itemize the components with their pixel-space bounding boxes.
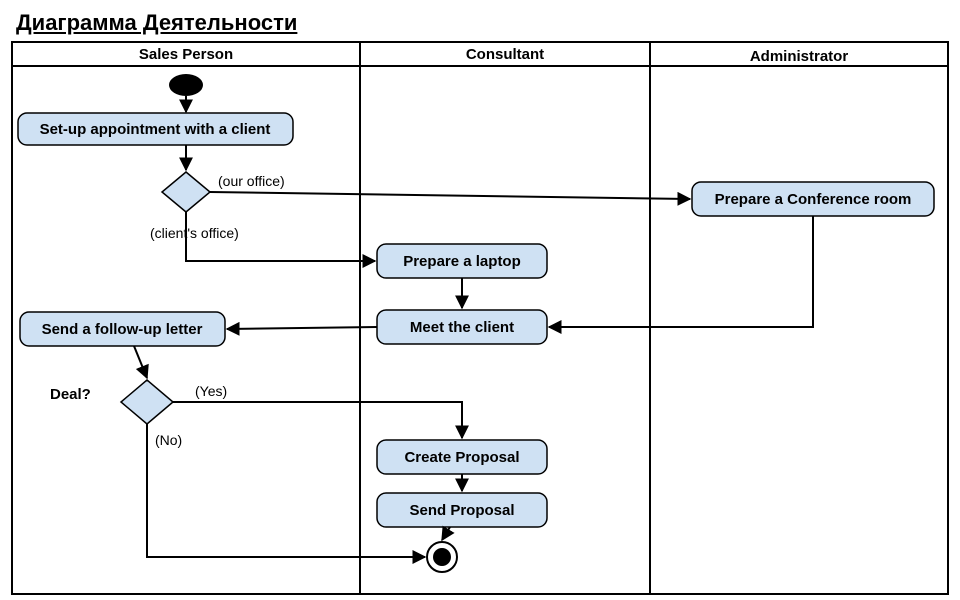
activity-prepare-room-label: Prepare a Conference room (715, 191, 912, 208)
activity-send-proposal-label: Send Proposal (409, 502, 514, 519)
guard-our-office: (our office) (218, 173, 285, 189)
guard-client-office: (client's office) (150, 225, 239, 241)
lane-sales-label: Sales Person (139, 46, 233, 63)
decision-deal-label: Deal? (50, 386, 91, 403)
lane-consultant-label: Consultant (466, 46, 544, 63)
activity-follow-up-label: Send a follow-up letter (42, 321, 203, 338)
edge-d2-create (173, 402, 462, 438)
activity-meet-client-label: Meet the client (410, 319, 514, 336)
activity-create-proposal-label: Create Proposal (404, 449, 519, 466)
initial-node (169, 74, 203, 96)
lane-admin (650, 42, 948, 594)
edge-send-final (442, 527, 450, 540)
decision-deal (121, 380, 173, 424)
final-node (427, 542, 457, 572)
edge-d1-room (210, 192, 690, 199)
edge-followup-d2 (134, 346, 147, 378)
decision-location (162, 172, 210, 212)
edge-meet-followup (227, 327, 377, 329)
lane-admin-label: Administrator (750, 48, 849, 65)
activity-prepare-laptop-label: Prepare a laptop (403, 253, 521, 270)
activity-diagram-svg: Sales Person Consultant Administrator Se… (0, 0, 960, 600)
guard-yes: (Yes) (195, 383, 227, 399)
guard-no: (No) (155, 432, 182, 448)
activity-setup-label: Set-up appointment with a client (40, 121, 271, 138)
edge-room-meet (549, 216, 813, 327)
